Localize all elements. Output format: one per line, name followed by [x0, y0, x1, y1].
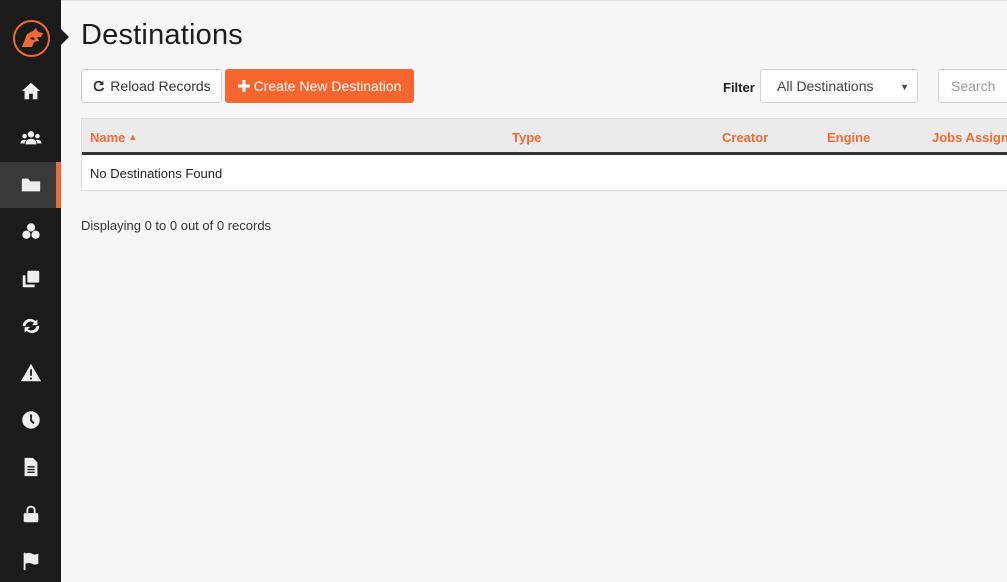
home-icon [21, 82, 40, 100]
sidebar-item-home[interactable] [0, 68, 61, 114]
sidebar-item-components[interactable] [0, 209, 61, 255]
sidebar-item-security[interactable] [0, 491, 61, 537]
cubes-icon [21, 223, 40, 239]
reload-icon [92, 79, 106, 93]
empty-table-message: No Destinations Found [90, 166, 223, 181]
warning-icon [20, 363, 41, 382]
chevron-down-icon: ▼ [900, 82, 909, 92]
sidebar-item-flags[interactable] [0, 538, 61, 582]
lock-icon [23, 505, 38, 523]
sort-asc-icon: ▲ [128, 132, 138, 142]
column-header-type[interactable]: Type [512, 130, 541, 145]
sidebar-item-history[interactable] [0, 397, 61, 443]
column-header-jobs-assigned[interactable]: Jobs Assigned [932, 130, 1007, 145]
create-destination-label: Create New Destination [253, 78, 402, 94]
record-count: Displaying 0 to 0 out of 0 records [81, 218, 272, 233]
page-title: Destinations [81, 19, 243, 51]
table-row: No Destinations Found [82, 155, 1007, 190]
file-icon [24, 457, 37, 477]
refresh-icon [22, 318, 39, 334]
main-content: Destinations Reload Records Create New D… [61, 0, 1007, 582]
sidebar-item-alerts[interactable] [0, 350, 61, 396]
column-header-name[interactable]: Name ▲ [90, 130, 137, 145]
plus-icon [237, 80, 250, 92]
sidebar [0, 0, 61, 582]
sidebar-item-copies[interactable] [0, 256, 61, 302]
clock-icon [21, 411, 40, 429]
sidebar-item-documents[interactable] [0, 444, 61, 490]
table-header: Name▲ Type Creator Engine Jobs Assigned [82, 119, 1007, 155]
reload-records-button[interactable]: Reload Records [81, 69, 222, 103]
app-logo[interactable] [13, 20, 50, 57]
filter-select-value: All Destinations [777, 78, 874, 94]
folder-icon [21, 178, 40, 192]
column-header-creator[interactable]: Creator [722, 130, 768, 145]
create-destination-button[interactable]: Create New Destination [225, 69, 414, 103]
clone-icon [22, 270, 39, 288]
destinations-table: Name▲ Type Creator Engine Jobs Assigned … [81, 118, 1007, 191]
logo-icon [21, 27, 43, 47]
reload-records-label: Reload Records [110, 78, 211, 94]
users-icon [19, 131, 42, 145]
sidebar-item-destinations[interactable] [0, 162, 61, 208]
filter-select[interactable]: All Destinations ▼ [760, 69, 918, 103]
column-header-engine[interactable]: Engine [827, 130, 870, 145]
sidebar-item-sync[interactable] [0, 303, 61, 349]
filter-label: Filter [723, 80, 755, 95]
flag-icon [23, 552, 38, 571]
sidebar-item-users[interactable] [0, 115, 61, 161]
search-input[interactable] [938, 69, 1007, 103]
